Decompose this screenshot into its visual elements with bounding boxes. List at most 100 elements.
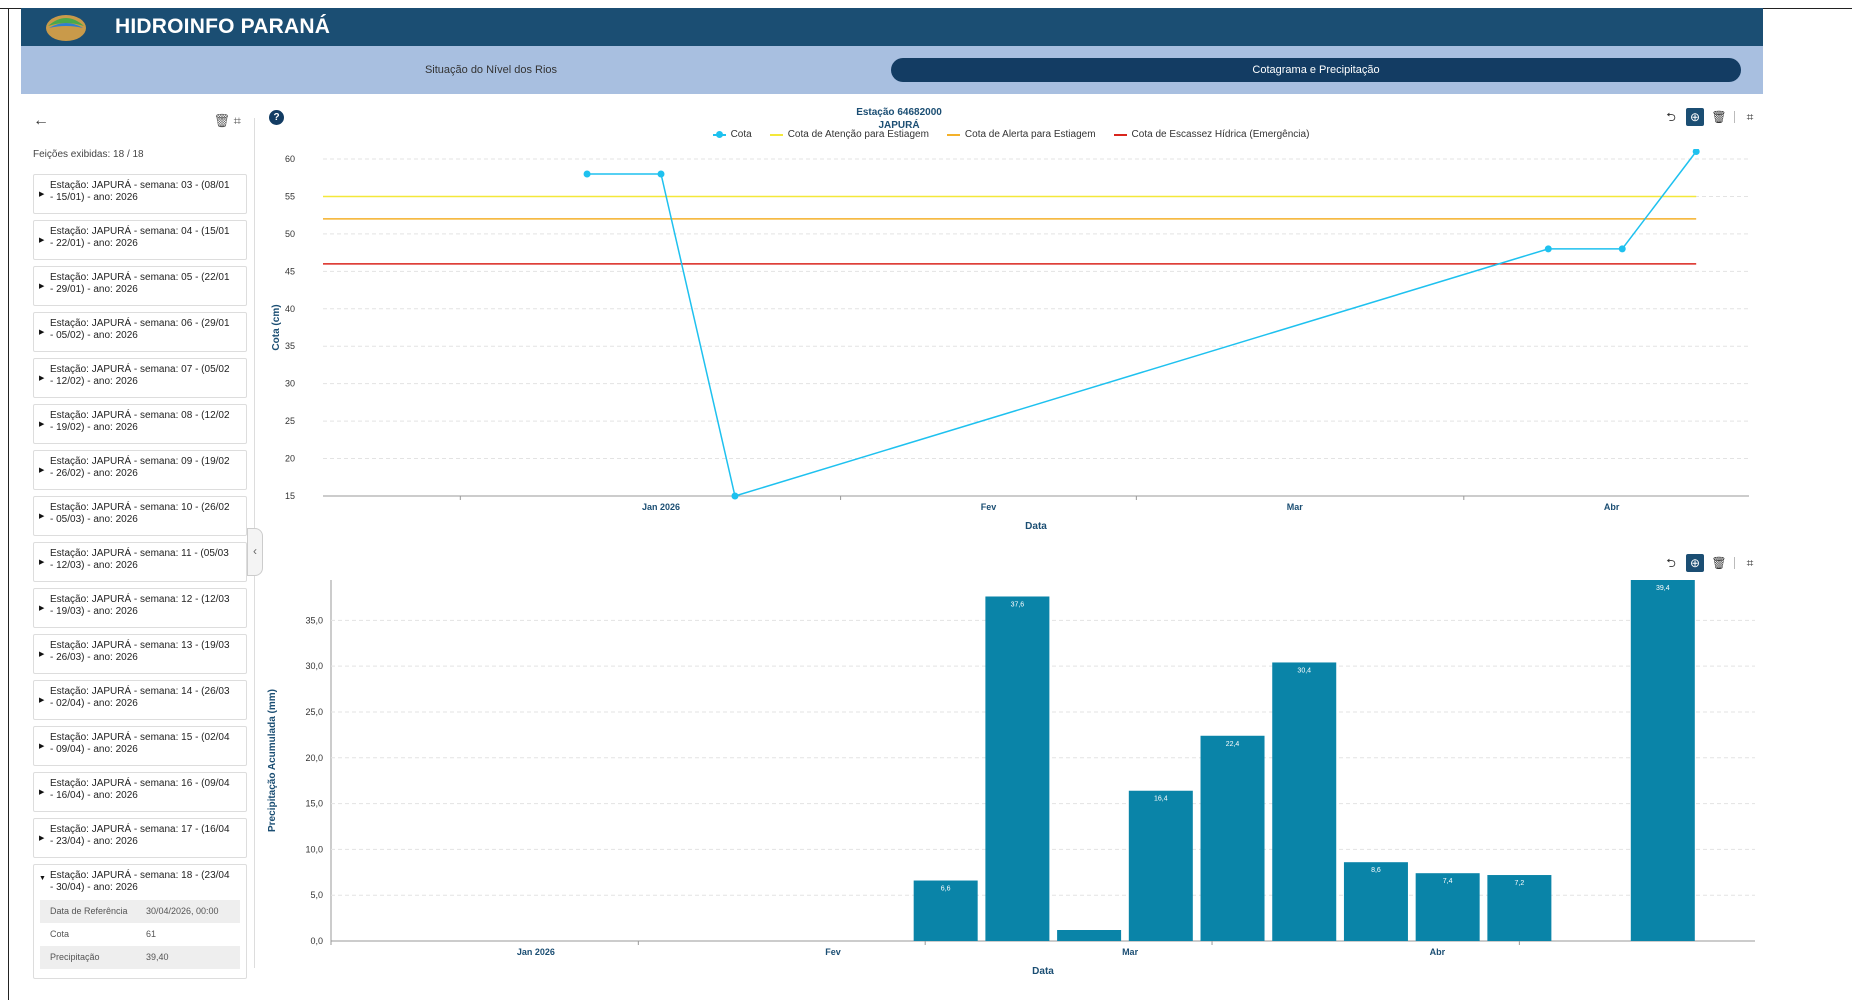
list-item[interactable]: ▶ Estação: JAPURÁ - semana: 15 - (02/04- … bbox=[33, 726, 247, 766]
list-item[interactable]: ▶ Estação: JAPURÁ - semana: 13 - (19/03- … bbox=[33, 634, 247, 674]
detail-key: Cota bbox=[50, 929, 70, 939]
trash-icon[interactable]: 🗑 bbox=[214, 113, 231, 128]
precipitation-bar-chart: 0,0 5,0 10,0 15,0 20,0 25,0 30,0 35,0 Jan 2026 Fe… bbox=[267, 580, 1755, 977]
legend-swatch bbox=[1113, 133, 1127, 136]
x-tick-label: Abr bbox=[1604, 502, 1620, 512]
legend-label: Cota de Escassez Hídrica (Emergência) bbox=[1131, 129, 1310, 140]
legend-item-atencao[interactable]: Cota de Atenção para Estiagem bbox=[769, 129, 929, 140]
sidebar-toolbar: ← 🗑 ⌗ bbox=[33, 112, 241, 132]
list-item[interactable]: ▶ Estação: JAPURÁ - semana: 10 - (26/02- … bbox=[33, 496, 247, 536]
list-item[interactable]: ▶ Estação: JAPURÁ - semana: 04 - (15/01- … bbox=[33, 220, 247, 260]
list-item[interactable]: ▶ Estação: JAPURÁ - semana: 06 - (29/01- … bbox=[33, 312, 247, 352]
list-item[interactable]: ▶ Estação: JAPURÁ - semana: 07 - (05/02- … bbox=[33, 358, 247, 398]
x-tick-label: Fev bbox=[981, 502, 997, 512]
detail-row: Data de Referência 30/04/2026, 00:00 bbox=[40, 900, 240, 923]
list-item[interactable]: ▶ Estação: JAPURÁ - semana: 05 - (22/01- … bbox=[33, 266, 247, 306]
feature-count: Feições exibidas: 18 / 18 bbox=[33, 149, 144, 160]
app-header: HIDROINFO PARANÁ bbox=[21, 8, 1763, 46]
y-tick-label: 35,0 bbox=[305, 615, 323, 625]
bar-data-label: 22,4 bbox=[1226, 741, 1240, 748]
list-item[interactable]: ▶ Estação: JAPURÁ - semana: 08 - (12/02- … bbox=[33, 404, 247, 444]
list-item-line: Estação: JAPURÁ - semana: 11 - (05/03 bbox=[50, 548, 229, 559]
zoom-icon[interactable]: ⊕ bbox=[1686, 554, 1704, 572]
toolbar-separator bbox=[1734, 557, 1735, 569]
list-item-line: Estação: JAPURÁ - semana: 05 - (22/01 bbox=[50, 272, 230, 283]
x-tick-label: Mar bbox=[1122, 947, 1139, 957]
cota-point bbox=[583, 170, 591, 178]
grid-icon[interactable]: ⌗ bbox=[234, 113, 241, 128]
bar-data-label: 7,2 bbox=[1515, 880, 1525, 887]
bar-data-label: 6,6 bbox=[941, 886, 951, 893]
list-item-line: Estação: JAPURÁ - semana: 09 - (19/02 bbox=[50, 456, 230, 467]
detail-key: Precipitação bbox=[50, 952, 100, 962]
app: HIDROINFO PARANÁ Situação do Nível dos R… bbox=[21, 8, 1763, 1000]
caret-right-icon: ▶ bbox=[39, 559, 45, 566]
legend-swatch bbox=[712, 130, 726, 138]
list-item-line: - 19/03) - ano: 2026 bbox=[50, 606, 138, 617]
list-item[interactable]: ▶ Estação: JAPURÁ - semana: 12 - (12/03- … bbox=[33, 588, 247, 628]
y-axis-title: Precipitação Acumulada (mm) bbox=[267, 689, 278, 832]
cota-line-chart: 15 20 25 30 35 40 45 50 55 60 Jan 2026 Fev Mar Abr Dat… bbox=[271, 149, 1749, 532]
caret-right-icon: ▶ bbox=[39, 605, 45, 612]
legend-item-alerta[interactable]: Cota de Alerta para Estiagem bbox=[946, 129, 1096, 140]
list-item-line: - 19/02) - ano: 2026 bbox=[50, 422, 138, 433]
restore-icon[interactable]: 🗑 bbox=[1710, 554, 1728, 572]
x-tick-label: Abr bbox=[1430, 947, 1446, 957]
y-tick-label: 50 bbox=[285, 229, 295, 239]
app-title: HIDROINFO PARANÁ bbox=[115, 15, 331, 38]
list-item[interactable]: ▶ Estação: JAPURÁ - semana: 16 - (09/04- … bbox=[33, 772, 247, 812]
list-item[interactable]: ▶ Estação: JAPURÁ - semana: 09 - (19/02- … bbox=[33, 450, 247, 490]
x-tick-label: Jan 2026 bbox=[642, 502, 680, 512]
detail-row: Precipitação 39,40 bbox=[40, 946, 240, 969]
grid-icon[interactable]: ⌗ bbox=[1741, 554, 1759, 572]
list-item[interactable]: ▶ Estação: JAPURÁ - semana: 11 - (05/03- … bbox=[33, 542, 247, 582]
precipitation-bar bbox=[985, 596, 1050, 941]
list-item[interactable]: ▶ Estação: JAPURÁ - semana: 17 - (16/04- … bbox=[33, 818, 247, 858]
tab-cotagrama-precipitacao[interactable]: Cotagrama e Precipitação bbox=[891, 58, 1741, 82]
list-item[interactable]: ▶ Estação: JAPURÁ - semana: 14 - (26/03- … bbox=[33, 680, 247, 720]
caret-right-icon: ▶ bbox=[39, 191, 45, 198]
list-item-line: - 09/04) - ano: 2026 bbox=[50, 744, 138, 755]
caret-right-icon: ▶ bbox=[39, 743, 45, 750]
chart-title: Estação 64682000 bbox=[856, 107, 942, 118]
arrow-left-icon[interactable]: ← bbox=[33, 112, 49, 130]
y-tick-label: 15,0 bbox=[305, 799, 323, 809]
y-tick-label: 15 bbox=[285, 491, 295, 501]
list-item-expanded[interactable]: ▼ Estação: JAPURÁ - semana: 18 - (23/04 … bbox=[33, 864, 247, 979]
detail-key: Data de Referência bbox=[50, 906, 128, 916]
caret-right-icon: ▶ bbox=[39, 789, 45, 796]
bar-data-label: 16,4 bbox=[1154, 796, 1168, 803]
grid-icon[interactable]: ⌗ bbox=[1741, 108, 1759, 126]
list-item-line: - 12/03) - ano: 2026 bbox=[50, 560, 138, 571]
y-tick-label: 45 bbox=[285, 266, 295, 276]
list-item-line: Estação: JAPURÁ - semana: 17 - (16/04 bbox=[50, 824, 230, 835]
tab-bar: Situação do Nível dos Rios Cotagrama e P… bbox=[21, 46, 1763, 94]
bar-data-label: 37,6 bbox=[1011, 601, 1025, 608]
precipitation-bar bbox=[1128, 790, 1193, 941]
caret-right-icon: ▶ bbox=[39, 651, 45, 658]
window-left-border bbox=[8, 8, 9, 1000]
y-tick-label: 30,0 bbox=[305, 661, 323, 671]
reset-zoom-icon[interactable]: ⮌ bbox=[1662, 108, 1680, 126]
legend-item-cota[interactable]: Cota bbox=[712, 129, 752, 140]
list-item-line: Estação: JAPURÁ - semana: 04 - (15/01 bbox=[50, 226, 230, 237]
detail-value: 39,40 bbox=[146, 952, 169, 962]
zoom-icon[interactable]: ⊕ bbox=[1686, 108, 1704, 126]
y-tick-label: 35 bbox=[285, 341, 295, 351]
cota-point bbox=[1544, 245, 1552, 253]
list-item-line: - 30/04) - ano: 2026 bbox=[50, 882, 138, 893]
app-logo bbox=[45, 12, 87, 42]
list-item-line: - 26/03) - ano: 2026 bbox=[50, 652, 138, 663]
restore-icon[interactable]: 🗑 bbox=[1710, 108, 1728, 126]
list-item-line: Estação: JAPURÁ - semana: 10 - (26/02 bbox=[50, 502, 230, 513]
y-tick-label: 20,0 bbox=[305, 753, 323, 763]
y-axis-title: Cota (cm) bbox=[271, 304, 282, 350]
legend-item-escassez[interactable]: Cota de Escassez Hídrica (Emergência) bbox=[1113, 129, 1310, 140]
list-item-line: - 23/04) - ano: 2026 bbox=[50, 836, 138, 847]
tab-situacao-nivel-rios[interactable]: Situação do Nível dos Rios bbox=[291, 58, 691, 82]
cota-point bbox=[731, 492, 739, 500]
bar-data-label: 39,4 bbox=[1656, 585, 1670, 592]
list-item-line: - 26/02) - ano: 2026 bbox=[50, 468, 138, 479]
list-item[interactable]: ▶ Estação: JAPURÁ - semana: 03 - (08/01- … bbox=[33, 174, 247, 214]
reset-zoom-icon[interactable]: ⮌ bbox=[1662, 554, 1680, 572]
